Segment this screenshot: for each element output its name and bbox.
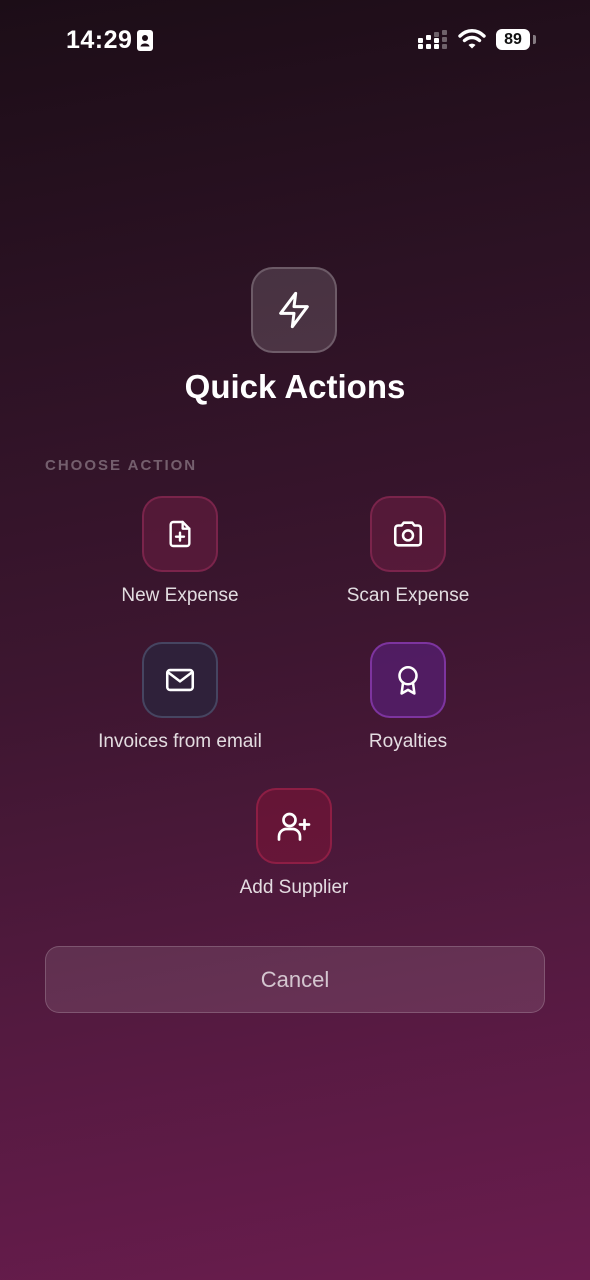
invoices-from-email-label: Invoices from email [98, 731, 262, 752]
action-scan-expense[interactable]: Scan Expense [298, 496, 518, 611]
file-plus-icon [169, 520, 191, 548]
mail-icon [165, 668, 195, 692]
user-plus-icon [277, 812, 311, 841]
invoices-from-email-button[interactable] [142, 642, 218, 718]
camera-icon [393, 521, 423, 547]
signal-icon [418, 30, 447, 49]
add-supplier-label: Add Supplier [239, 877, 349, 898]
section-label: CHOOSE ACTION [45, 457, 198, 474]
royalties-label: Royalties [368, 731, 448, 752]
add-supplier-button[interactable] [256, 788, 332, 864]
royalties-button[interactable] [370, 642, 446, 718]
action-royalties[interactable]: Royalties [298, 642, 518, 757]
quick-actions-header-icon [251, 267, 337, 353]
lightning-bolt-icon [279, 291, 309, 329]
action-add-supplier[interactable]: Add Supplier [184, 788, 404, 903]
action-new-expense[interactable]: New Expense [70, 496, 290, 611]
status-bar: 14:29 89 [0, 0, 590, 80]
wifi-icon [458, 29, 486, 49]
status-time: 14:29 [66, 26, 133, 54]
action-invoices-from-email[interactable]: Invoices from email [70, 642, 290, 757]
award-icon [398, 665, 418, 695]
scan-expense-button[interactable] [370, 496, 446, 572]
battery-tip [533, 35, 536, 44]
new-expense-label: New Expense [121, 585, 239, 606]
battery-icon: 89 [496, 29, 530, 50]
cancel-button[interactable]: Cancel [45, 946, 545, 1013]
id-card-icon [137, 30, 153, 51]
scan-expense-label: Scan Expense [346, 585, 470, 606]
page-title: Quick Actions [184, 368, 406, 405]
new-expense-button[interactable] [142, 496, 218, 572]
